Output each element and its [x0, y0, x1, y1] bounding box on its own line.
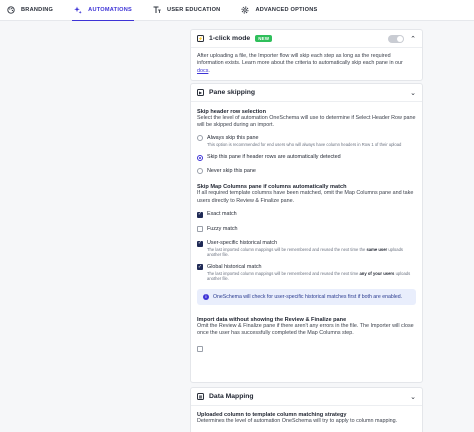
- checkbox-global-historical[interactable]: ✓ Global historical match The last impor…: [197, 264, 416, 282]
- checkbox-checked[interactable]: ✓: [197, 240, 203, 247]
- desc-text: After uploading a file, the Importer flo…: [197, 53, 403, 67]
- play-icon: ▶: [197, 89, 204, 96]
- checkbox-unchecked[interactable]: [197, 345, 203, 352]
- radio-button[interactable]: [197, 154, 203, 161]
- option-label: User-specific historical match: [207, 240, 278, 247]
- tab-user-education[interactable]: USER EDUCATION: [151, 0, 222, 21]
- import-no-review-description: Omit the Review & Finalize pane if there…: [197, 322, 414, 337]
- option-label: Never skip this pane: [207, 167, 256, 174]
- checkbox-checked[interactable]: ✓: [197, 264, 203, 271]
- one-click-header: ⚡ 1-click mode NEW ⌃: [191, 30, 422, 48]
- info-icon: i: [203, 293, 209, 300]
- docs-link[interactable]: docs: [197, 68, 208, 74]
- palette-icon: [7, 6, 15, 14]
- radio-always-skip[interactable]: Always skip this pane This option is rec…: [197, 135, 416, 147]
- radio-button[interactable]: [197, 168, 203, 175]
- card-title: 1-click mode: [209, 35, 251, 42]
- card-title: Pane skipping: [209, 89, 256, 96]
- card-title: Data Mapping: [209, 393, 254, 400]
- chevron-down-icon[interactable]: ⌄: [410, 393, 416, 401]
- tab-label: USER EDUCATION: [167, 7, 221, 13]
- checkbox-import-no-review[interactable]: [197, 345, 416, 352]
- text-icon: [153, 6, 161, 14]
- checkbox-exact-match[interactable]: ✓ Exact match: [197, 211, 416, 218]
- checkbox-unchecked[interactable]: [197, 226, 203, 233]
- new-badge: NEW: [255, 35, 273, 42]
- option-label: Fuzzy match: [207, 225, 238, 232]
- option-sub: This option is recommended for end users…: [207, 141, 402, 147]
- radio-never-skip[interactable]: Never skip this pane: [197, 168, 416, 175]
- info-text: OneSchema will check for user-specific h…: [213, 293, 403, 300]
- header-row-description: Select the level of automation OneSchema…: [197, 115, 416, 129]
- one-click-description: After uploading a file, the Importer flo…: [197, 53, 416, 75]
- option-label: Global historical match: [207, 263, 262, 270]
- option-label: Always skip this pane: [207, 134, 259, 141]
- checkbox-fuzzy-match[interactable]: Fuzzy match: [197, 226, 416, 233]
- checkbox-user-historical[interactable]: ✓ User-specific historical match The las…: [197, 240, 416, 258]
- option-sub: The last imported column mappings will b…: [207, 247, 404, 258]
- tab-branding[interactable]: BRANDING: [5, 0, 55, 21]
- one-click-toggle[interactable]: [388, 34, 405, 43]
- lightning-icon: ⚡: [197, 35, 204, 42]
- data-mapping-card: ▦ Data Mapping ⌄ Uploaded column to temp…: [190, 387, 423, 432]
- top-nav: BRANDING AUTOMATIONS USER EDUCATION ADVA…: [0, 0, 474, 22]
- info-banner: i OneSchema will check for user-specific…: [197, 288, 416, 305]
- option-sub: The last imported column mappings will b…: [207, 270, 411, 282]
- option-label: Skip this pane if header rows are automa…: [207, 154, 341, 161]
- checkbox-checked[interactable]: ✓: [197, 211, 203, 218]
- matching-strategy-description: Determines the level of automation OneSc…: [197, 418, 398, 424]
- desc-end: .: [208, 67, 210, 74]
- option-label: Exact match: [207, 211, 237, 218]
- tab-label: ADVANCED OPTIONS: [255, 7, 318, 13]
- tab-advanced-options[interactable]: ADVANCED OPTIONS: [239, 0, 319, 21]
- map-columns-description: If all required template columns have be…: [197, 190, 414, 204]
- pane-skipping-header: ▶ Pane skipping ⌄: [191, 84, 422, 102]
- tab-label: BRANDING: [21, 7, 54, 13]
- radio-skip-if-detected[interactable]: Skip this pane if header rows are automa…: [197, 154, 416, 161]
- tab-automations[interactable]: AUTOMATIONS: [72, 0, 134, 22]
- page-body: ⚡ 1-click mode NEW ⌃ After uploading a f…: [0, 21, 474, 432]
- settings-icon: [241, 6, 249, 14]
- map-icon: ▦: [197, 393, 204, 400]
- data-mapping-header: ▦ Data Mapping ⌄: [191, 388, 422, 406]
- one-click-card: ⚡ 1-click mode NEW ⌃ After uploading a f…: [190, 29, 423, 82]
- pane-skipping-card: ▶ Pane skipping ⌄ Skip header row select…: [190, 83, 423, 383]
- radio-button[interactable]: [197, 135, 203, 142]
- tab-label: AUTOMATIONS: [88, 7, 133, 13]
- chevron-down-icon[interactable]: ⌄: [410, 89, 416, 97]
- chevron-up-icon[interactable]: ⌃: [410, 35, 416, 43]
- sparkles-icon: [74, 6, 82, 14]
